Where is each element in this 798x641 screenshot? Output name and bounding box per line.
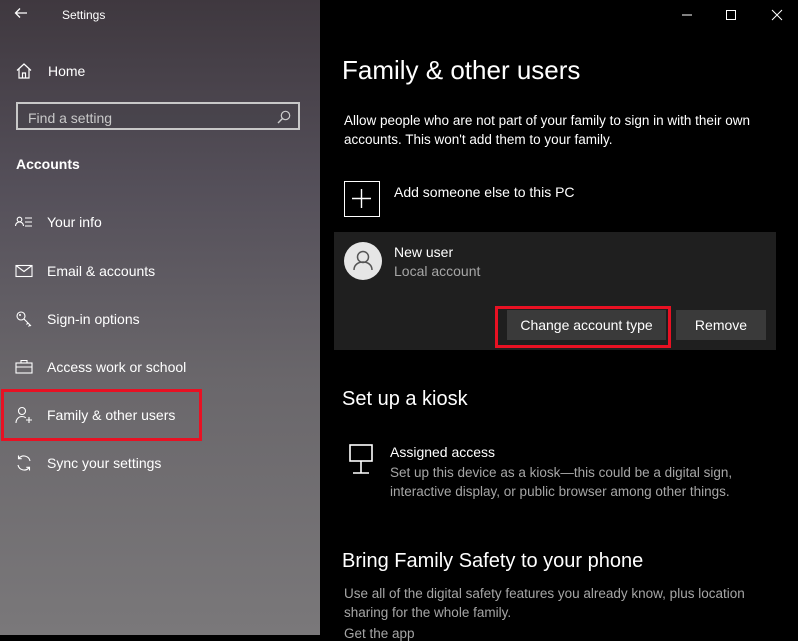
avatar	[344, 242, 382, 280]
page-title: Family & other users	[342, 55, 581, 85]
main-content: Family & other users Allow people who ar…	[320, 0, 798, 641]
family-safety-heading: Bring Family Safety to your phone	[342, 550, 644, 572]
home-nav-item[interactable]: Home	[14, 60, 85, 82]
search-icon	[277, 110, 291, 124]
settings-sidebar: Settings Home Find a setting Accounts Yo…	[0, 0, 320, 635]
assigned-access-description: Set up this device as a kiosk—this could…	[390, 465, 733, 499]
sidebar-item-label: Sync your settings	[47, 455, 162, 471]
get-app-link[interactable]: Get the app	[344, 626, 415, 641]
minimize-button[interactable]	[676, 4, 698, 26]
close-button[interactable]	[766, 4, 788, 26]
maximize-button[interactable]	[720, 4, 742, 26]
maximize-icon	[726, 10, 736, 20]
family-safety-description: Use all of the digital safety features y…	[344, 586, 745, 620]
highlight-change-button	[495, 306, 671, 348]
page-description: Allow people who are not part of your fa…	[344, 113, 750, 147]
search-box[interactable]: Find a setting	[16, 102, 300, 130]
sync-icon	[17, 455, 31, 471]
mail-icon	[15, 264, 33, 278]
briefcase-icon	[15, 359, 33, 374]
user-account-type: Local account	[394, 263, 481, 279]
key-icon	[16, 311, 32, 327]
sidebar-item-label: Email & accounts	[47, 263, 156, 279]
sidebar-item-label: Access work or school	[47, 359, 187, 375]
sidebar-item-sign-in[interactable]: Sign-in options	[14, 307, 140, 331]
home-label: Home	[48, 63, 86, 79]
sidebar-item-label: Your info	[47, 214, 102, 230]
remove-button[interactable]: Remove	[676, 310, 766, 340]
assigned-access-link[interactable]: Assigned access	[390, 444, 495, 460]
sidebar-item-sync[interactable]: Sync your settings	[14, 451, 161, 475]
search-placeholder: Find a setting	[28, 110, 113, 126]
sidebar-item-work-school[interactable]: Access work or school	[14, 355, 186, 379]
plus-icon	[344, 181, 380, 217]
minimize-icon	[682, 14, 692, 16]
highlight-family-nav	[1, 389, 202, 441]
person-icon	[353, 250, 373, 271]
back-arrow-icon	[14, 8, 27, 18]
window-title: Settings	[62, 8, 106, 22]
sidebar-item-email[interactable]: Email & accounts	[14, 259, 155, 283]
add-someone-button[interactable]: Add someone else to this PC	[344, 181, 575, 217]
kiosk-icon	[349, 444, 373, 474]
sidebar-item-your-info[interactable]: Your info	[14, 210, 102, 234]
user-account-panel[interactable]: New user Local account Change account ty…	[334, 232, 776, 350]
home-icon	[16, 63, 32, 79]
sidebar-item-label: Sign-in options	[47, 311, 140, 327]
person-card-icon	[14, 216, 32, 227]
back-button[interactable]	[14, 6, 36, 24]
close-icon	[771, 9, 783, 21]
section-title: Accounts	[16, 156, 80, 172]
add-someone-label: Add someone else to this PC	[394, 184, 575, 200]
kiosk-heading: Set up a kiosk	[342, 388, 468, 410]
user-name: New user	[394, 244, 454, 260]
